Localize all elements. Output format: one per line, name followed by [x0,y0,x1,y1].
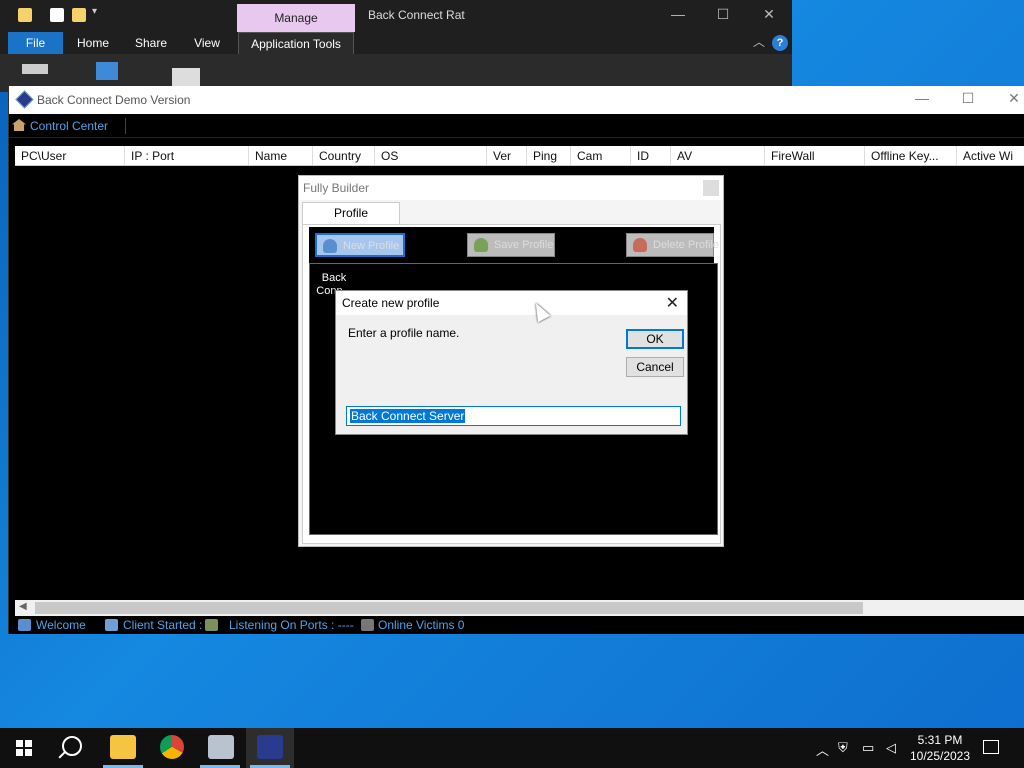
status-client-started: Client Started : [123,618,203,632]
list-icon [361,619,374,631]
app-logo-icon [15,90,34,109]
maximize-icon[interactable]: ☐ [710,6,736,23]
profile-name-value: Back Connect Server [350,409,466,423]
create-profile-dialog: Create new profile ✕ Enter a profile nam… [335,290,688,435]
file-explorer-icon[interactable] [110,735,136,759]
ribbon-collapse-icon[interactable]: ︿ [746,33,772,50]
column-header[interactable]: ID [631,146,671,165]
chrome-icon[interactable] [160,735,184,759]
column-header[interactable]: IP : Port [125,146,249,165]
chevron-down-icon[interactable]: ▾ [92,6,100,20]
delete-profile-button[interactable]: Delete Profile [626,233,719,257]
new-folder-icon[interactable] [72,8,86,22]
tab-file[interactable]: File [8,32,63,54]
client-icon [105,619,118,631]
file-explorer-window: ▾ Manage Back Connect Rat — ☐ ✕ File Hom… [0,0,792,92]
tab-profile[interactable]: Profile [302,202,400,224]
builder-title: Fully Builder [303,181,370,195]
notification-icon[interactable] [983,740,999,754]
dialog-titlebar: Create new profile ✕ [336,291,687,315]
ok-button[interactable]: OK [626,329,684,349]
tab-manage[interactable]: Manage [237,4,355,32]
tab-home[interactable]: Home [68,32,118,54]
user-save-icon [474,238,488,252]
close-icon[interactable]: ✕ [756,6,782,23]
horizontal-scrollbar[interactable]: ◀ [15,600,1024,616]
ribbon-tabs: File Home Share View Application Tools ︿… [0,32,792,54]
column-header[interactable]: AV [671,146,765,165]
back-connect-icon [257,735,283,759]
cancel-button[interactable]: Cancel [626,357,684,377]
tab-view[interactable]: View [182,32,232,54]
status-welcome: Welcome [36,618,86,632]
clock-date: 10/25/2023 [909,749,971,763]
new-profile-label: New Profile [343,240,400,252]
tab-application-tools[interactable]: Application Tools [238,32,354,54]
scroll-left-icon[interactable]: ◀ [19,601,27,612]
menu-divider [125,118,126,134]
folder-icon[interactable] [18,8,32,22]
ports-icon [205,619,218,631]
start-button[interactable] [16,740,32,756]
column-header[interactable]: Ver [487,146,527,165]
user-delete-icon [633,238,647,252]
properties-icon[interactable] [50,8,64,22]
menu-control-center[interactable]: Control Center [30,119,108,133]
new-profile-button[interactable]: New Profile [315,233,405,257]
taskbar: ︿ ⛨ ▭ ◁ 5:31 PM 10/25/2023 [0,728,1024,768]
profile-name-input[interactable]: Back Connect Server [346,406,681,426]
column-header[interactable]: Name [249,146,313,165]
minimize-icon[interactable]: — [907,90,937,106]
close-icon[interactable] [703,180,719,196]
column-header[interactable]: Country [313,146,375,165]
close-icon[interactable]: ✕ [999,90,1024,107]
close-icon[interactable]: ✕ [666,293,679,313]
chevron-up-icon[interactable]: ︿ [816,740,829,759]
status-online-victims: Online Victims 0 [378,618,465,632]
menubar: Control Center [9,114,1024,138]
help-icon[interactable]: ? [772,35,788,51]
column-header[interactable]: OS [375,146,487,165]
column-header[interactable]: Active Wi [957,146,1024,165]
security-icon[interactable]: ⛨ [838,740,848,756]
column-header[interactable]: Cam [571,146,631,165]
tab-share[interactable]: Share [126,32,176,54]
network-icon[interactable]: ▭ [862,740,874,756]
app-icon[interactable] [208,735,234,759]
dialog-prompt: Enter a profile name. [348,326,460,340]
app-icon[interactable] [172,68,200,88]
system-clock[interactable]: 5:31 PM 10/25/2023 [905,732,975,764]
volume-muted-icon[interactable]: ◁ [886,740,896,756]
column-header[interactable]: PC\User [15,146,125,165]
status-bar: Welcome Client Started : Listening On Po… [9,616,1024,634]
user-add-icon [323,239,337,253]
dialog-title: Create new profile [342,296,440,310]
status-listening-ports: Listening On Ports : ---- [229,618,354,632]
maximize-icon[interactable]: ☐ [953,90,983,107]
column-header[interactable]: Ping [527,146,571,165]
home-icon [12,119,26,131]
user-icon [18,619,31,631]
rat-titlebar: Back Connect Demo Version — ☐ ✕ [9,86,1024,114]
explorer-title: Back Connect Rat [368,8,465,22]
window-title: Back Connect Demo Version [37,93,191,107]
computer-icon[interactable] [96,62,118,80]
column-header[interactable]: FireWall [765,146,865,165]
scrollbar-thumb[interactable] [35,602,863,614]
builder-titlebar: Fully Builder [299,176,723,200]
column-header[interactable]: Offline Key... [865,146,957,165]
minimize-icon[interactable]: — [665,6,691,22]
explorer-titlebar: ▾ Manage Back Connect Rat — ☐ ✕ [0,0,792,32]
save-profile-label: Save Profile [494,239,554,251]
delete-profile-label: Delete Profile [653,239,720,251]
clients-table-header: PC\User IP : Port Name Country OS Ver Pi… [15,146,1024,166]
clock-time: 5:31 PM [917,733,963,747]
pin-icon[interactable] [22,64,48,74]
save-profile-button[interactable]: Save Profile [467,233,555,257]
search-icon[interactable] [62,736,82,756]
